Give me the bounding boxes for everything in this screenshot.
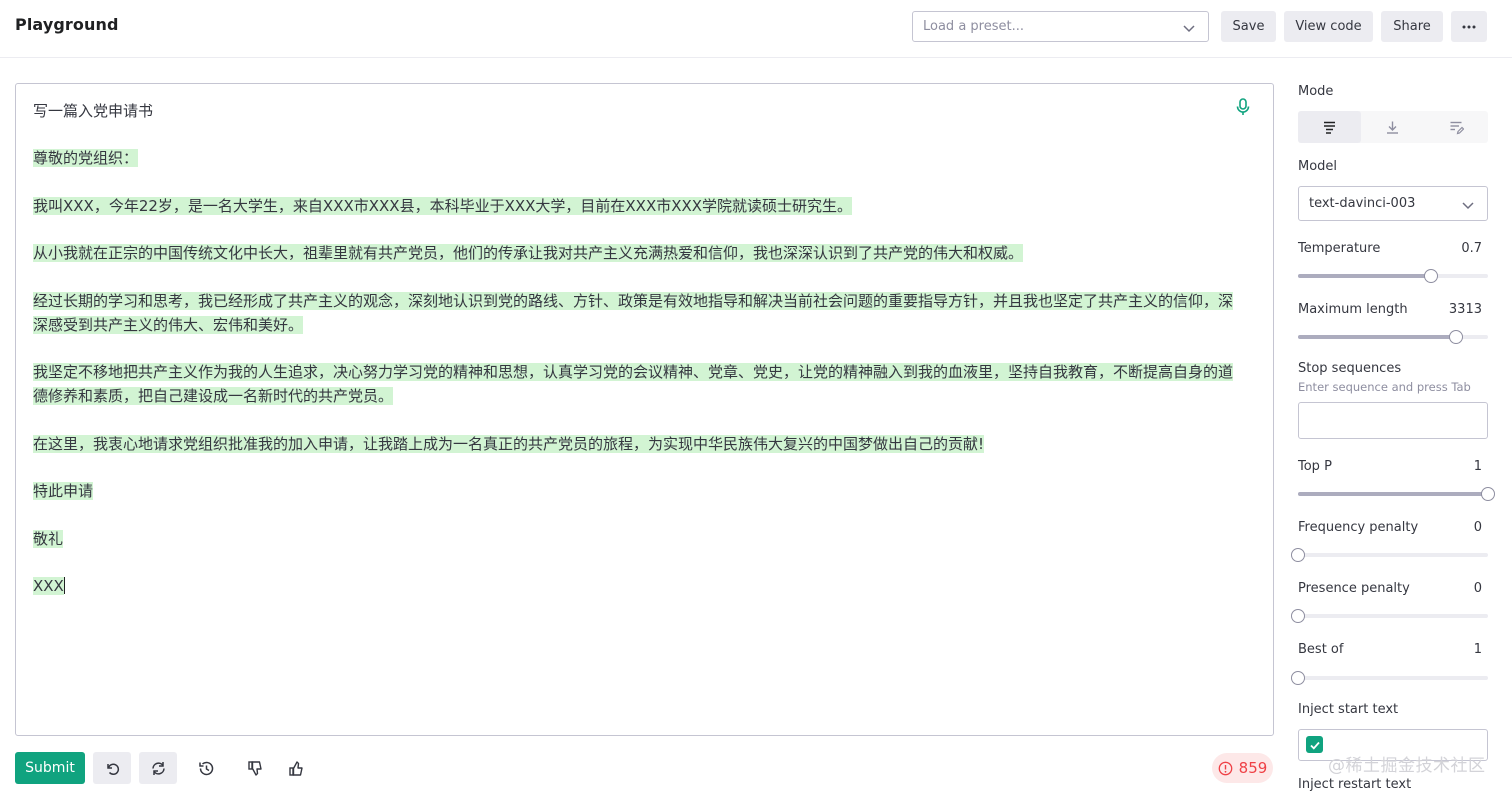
presence-penalty-value[interactable]: 0	[1440, 581, 1482, 596]
insert-mode-icon	[1387, 121, 1399, 134]
history-button[interactable]	[187, 752, 225, 784]
thumbs-up-icon	[288, 760, 303, 776]
inject-start-label: Inject start text	[1298, 702, 1399, 717]
frequency-penalty-value[interactable]: 0	[1440, 520, 1482, 535]
token-count: 859	[1238, 759, 1268, 777]
slider-thumb[interactable]	[1291, 609, 1305, 623]
slider-thumb[interactable]	[1481, 487, 1495, 501]
more-options-button[interactable]	[1451, 11, 1487, 42]
chevron-down-icon	[1462, 202, 1474, 210]
stop-sequences-label: Stop sequences	[1298, 361, 1402, 376]
completion-paragraph: 我叫XXX，今年22岁，是一名大学生，来自XXX市XXX县，本科毕业于XXX大学…	[33, 196, 853, 215]
mode-complete-button[interactable]	[1298, 111, 1362, 143]
max-length-value[interactable]: 3313	[1430, 302, 1482, 317]
presence-penalty-slider[interactable]	[1291, 609, 1488, 623]
thumbs-up-button[interactable]	[277, 752, 315, 784]
completion-paragraph: 我坚定不移地把共产主义作为我的人生追求，决心努力学习党的精神和思想，认真学习党的…	[33, 363, 1234, 405]
completion-paragraph: 在这里，我衷心地请求党组织批准我的加入申请，让我踏上成为一名真正的共产党员的旅程…	[33, 434, 985, 453]
view-code-button[interactable]: View code	[1284, 11, 1373, 42]
watermark: @稀土掘金技术社区	[1328, 756, 1486, 776]
mode-edit-button[interactable]	[1425, 111, 1488, 143]
prompt-text: 写一篇入党申请书	[33, 102, 154, 120]
refresh-icon	[151, 761, 165, 775]
undo-button[interactable]	[93, 752, 131, 784]
share-button[interactable]: Share	[1381, 11, 1443, 42]
completion-text: 尊敬的党组织： 我叫XXX，今年22岁，是一名大学生，来自XXX市XXX县，本科…	[33, 147, 1234, 599]
max-length-label: Maximum length	[1298, 302, 1408, 317]
slider-thumb[interactable]	[1424, 269, 1438, 283]
regenerate-button[interactable]	[139, 752, 177, 784]
thumbs-down-button[interactable]	[236, 752, 274, 784]
inject-restart-label: Inject restart text	[1298, 777, 1412, 792]
submit-button[interactable]: Submit	[15, 752, 85, 784]
temperature-slider[interactable]	[1298, 269, 1488, 283]
temperature-value[interactable]: 0.7	[1440, 241, 1482, 256]
model-select[interactable]: text-davinci-003	[1298, 186, 1488, 221]
text-caret	[63, 577, 65, 595]
alert-circle-icon	[1218, 761, 1233, 775]
history-icon	[198, 761, 213, 775]
microphone-icon[interactable]	[1236, 98, 1250, 116]
completion-paragraph: 特此申请	[33, 482, 94, 501]
max-length-slider[interactable]	[1298, 330, 1488, 344]
preset-placeholder: Load a preset...	[923, 19, 1024, 34]
mode-label: Mode	[1298, 84, 1334, 99]
mode-selector	[1298, 111, 1488, 143]
completion-paragraph: 从小我就在正宗的中国传统文化中长大，祖辈里就有共产党员，他们的传承让我对共产主义…	[33, 244, 1024, 263]
presence-penalty-label: Presence penalty	[1298, 581, 1410, 596]
inject-start-checkbox[interactable]	[1306, 736, 1323, 753]
frequency-penalty-slider[interactable]	[1291, 548, 1488, 562]
completion-paragraph: 敬礼	[33, 529, 64, 548]
check-icon	[1309, 741, 1320, 750]
stop-sequences-hint: Enter sequence and press Tab	[1298, 380, 1471, 394]
model-value: text-davinci-003	[1309, 196, 1416, 211]
top-bar: Playground Load a preset... Save View co…	[0, 0, 1512, 58]
mode-insert-button[interactable]	[1361, 111, 1424, 143]
top-p-label: Top P	[1298, 459, 1332, 474]
undo-icon	[106, 763, 119, 775]
top-p-slider[interactable]	[1298, 487, 1495, 501]
completion-paragraph: XXX	[33, 577, 65, 596]
complete-mode-icon	[1324, 121, 1336, 134]
preset-select[interactable]: Load a preset...	[912, 11, 1209, 42]
edit-mode-icon	[1450, 121, 1464, 134]
model-label: Model	[1298, 159, 1338, 174]
ellipsis-icon	[1462, 25, 1476, 28]
page-title: Playground	[15, 15, 119, 34]
best-of-slider[interactable]	[1291, 671, 1488, 685]
chevron-down-icon	[1183, 25, 1195, 33]
slider-thumb[interactable]	[1291, 671, 1305, 685]
slider-thumb[interactable]	[1449, 330, 1463, 344]
best-of-value[interactable]: 1	[1440, 642, 1482, 657]
completion-paragraph: 经过长期的学习和思考，我已经形成了共产主义的观念，深刻地认识到党的路线、方针、政…	[33, 291, 1234, 334]
thumbs-down-icon	[247, 760, 262, 776]
slider-thumb[interactable]	[1291, 548, 1305, 562]
stop-sequences-input[interactable]	[1298, 402, 1488, 439]
best-of-label: Best of	[1298, 642, 1344, 657]
frequency-penalty-label: Frequency penalty	[1298, 520, 1419, 535]
temperature-label: Temperature	[1298, 241, 1381, 256]
save-button[interactable]: Save	[1221, 11, 1276, 42]
token-count-badge: 859	[1212, 753, 1273, 783]
top-p-value[interactable]: 1	[1440, 459, 1482, 474]
completion-paragraph: 尊敬的党组织：	[33, 149, 139, 167]
